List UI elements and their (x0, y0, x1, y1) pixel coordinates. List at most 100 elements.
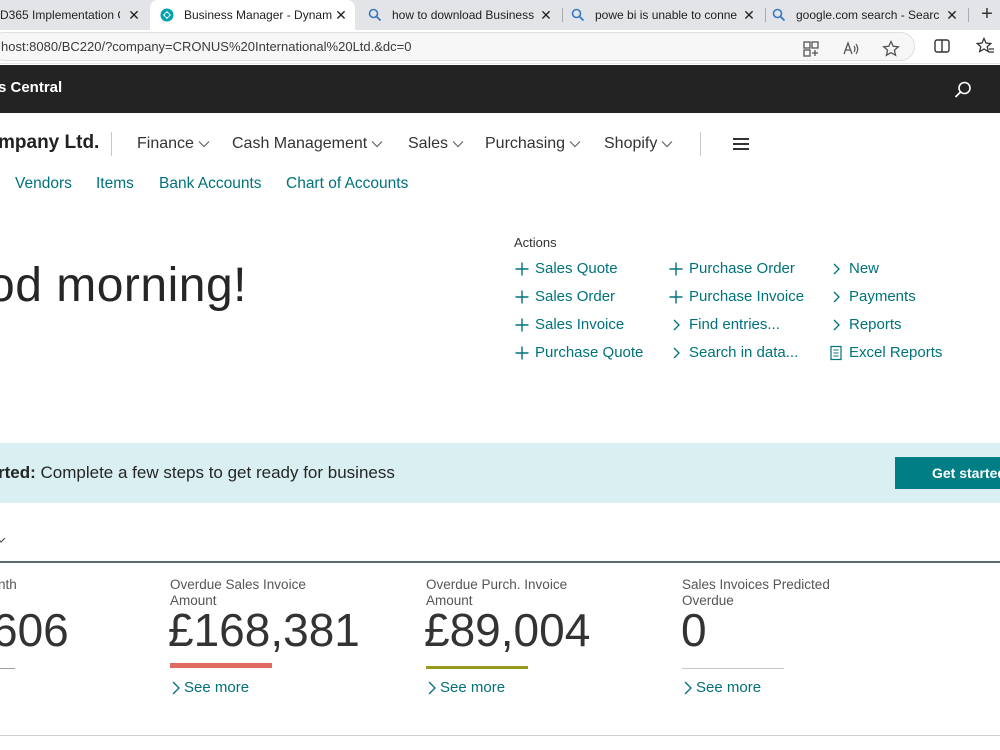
cue-indicator-bar (170, 663, 272, 668)
plus-icon (669, 290, 683, 303)
tab-title: how to download Business (392, 8, 535, 22)
favorite-star-icon[interactable] (881, 39, 901, 59)
action-reports[interactable]: Reports (828, 316, 902, 333)
see-more-link[interactable]: See more (682, 679, 761, 696)
chevron-down-icon (452, 141, 464, 148)
section-divider (0, 735, 1000, 736)
browser-tab[interactable]: powe bi is unable to conne ✕ (563, 0, 763, 30)
action-label: Search in data... (689, 344, 799, 361)
menu-finance[interactable]: Finance (137, 135, 210, 153)
action-label: Sales Order (535, 288, 616, 305)
close-icon[interactable]: ✕ (538, 7, 554, 23)
browser-tab-active[interactable]: Business Manager - Dynam ✕ (150, 0, 355, 30)
menu-sales[interactable]: Sales (408, 135, 464, 153)
see-more-link[interactable]: See more (426, 679, 505, 696)
plus-icon (669, 262, 683, 275)
action-sales-quote[interactable]: Sales Quote (514, 260, 618, 277)
browser-tab-strip: D365 Implementation C ✕ Business Manager… (0, 0, 1000, 30)
app-title: s Central (0, 79, 63, 96)
divider (700, 132, 701, 156)
document-report-icon (830, 345, 842, 360)
action-sales-invoice[interactable]: Sales Invoice (514, 316, 624, 333)
action-new[interactable]: New (828, 260, 879, 277)
cue-value[interactable]: £89,004 (424, 603, 590, 657)
menu-purchasing[interactable]: Purchasing (485, 135, 581, 153)
hamburger-menu-icon[interactable] (733, 138, 749, 150)
read-aloud-icon[interactable] (841, 39, 861, 59)
chevron-down-icon (198, 141, 210, 148)
cue-indicator-bar (426, 666, 528, 669)
action-label: Sales Quote (535, 260, 618, 277)
section-divider (0, 561, 1000, 563)
chevron-down-icon (371, 141, 383, 148)
action-excel-reports[interactable]: Excel Reports (828, 344, 942, 361)
menu-label: Cash Management (232, 135, 368, 152)
see-more-label: See more (696, 679, 762, 696)
chevron-right-icon (172, 681, 180, 694)
cue-label: nth (0, 577, 17, 592)
close-icon[interactable]: ✕ (741, 7, 757, 23)
menu-cash-management[interactable]: Cash Management (232, 135, 383, 153)
quicklink-vendors[interactable]: Vendors (15, 175, 72, 193)
quicklink-bank-accounts[interactable]: Bank Accounts (159, 175, 262, 193)
quicklink-items[interactable]: Items (96, 175, 134, 193)
cue-value[interactable]: 0 (681, 603, 707, 657)
url-text[interactable]: host:8080/BC220/?company=CRONUS%20Intern… (1, 39, 411, 54)
close-icon[interactable]: ✕ (126, 7, 142, 23)
split-screen-icon[interactable] (932, 36, 952, 56)
close-icon[interactable]: ✕ (333, 7, 349, 23)
chevron-right-icon (833, 319, 840, 330)
browser-tab[interactable]: D365 Implementation C ✕ (0, 0, 148, 30)
tab-title: powe bi is unable to conne (595, 8, 738, 22)
chevron-right-icon (673, 347, 680, 358)
see-more-label: See more (184, 679, 250, 696)
action-search-in-data[interactable]: Search in data... (668, 344, 798, 361)
divider (111, 132, 112, 156)
chevron-right-icon (684, 681, 692, 694)
action-find-entries[interactable]: Find entries... (668, 316, 780, 333)
menu-label: Purchasing (485, 135, 566, 152)
menu-label: Shopify (604, 135, 658, 152)
chevron-right-icon (833, 291, 840, 302)
action-purchase-order[interactable]: Purchase Order (668, 260, 795, 277)
dynamics-icon (160, 8, 174, 22)
banner-description: Complete a few steps to get ready for bu… (35, 463, 395, 482)
cue-value[interactable]: £168,381 (168, 603, 360, 657)
chevron-right-icon (673, 319, 680, 330)
menu-shopify[interactable]: Shopify (604, 135, 673, 153)
close-icon[interactable]: ✕ (944, 7, 960, 23)
action-label: Excel Reports (849, 344, 943, 361)
address-bar[interactable]: host:8080/BC220/?company=CRONUS%20Intern… (0, 32, 915, 61)
action-label: Reports (849, 316, 902, 333)
action-payments[interactable]: Payments (828, 288, 916, 305)
tab-title: google.com search - Searc (796, 8, 940, 22)
chevron-down-icon (569, 141, 581, 148)
banner-title: rted: (0, 463, 36, 482)
new-tab-button[interactable]: + (975, 2, 999, 26)
plus-icon (515, 262, 529, 275)
cue-label: Sales Invoices Predicted Overdue (682, 577, 830, 608)
company-name[interactable]: mpany Ltd. (0, 132, 99, 154)
browser-tab[interactable]: how to download Business ✕ (360, 0, 560, 30)
action-purchase-invoice[interactable]: Purchase Invoice (668, 288, 804, 305)
action-sales-order[interactable]: Sales Order (514, 288, 615, 305)
actions-heading: Actions (514, 235, 557, 250)
chevron-down-icon[interactable] (0, 535, 6, 545)
chevron-down-icon (661, 141, 673, 148)
action-purchase-quote[interactable]: Purchase Quote (514, 344, 643, 361)
greeting-headline: od morning! (0, 259, 247, 312)
chevron-right-icon (833, 263, 840, 274)
action-label: Purchase Invoice (689, 288, 805, 305)
action-label: Purchase Order (689, 260, 795, 277)
search-icon[interactable] (953, 80, 973, 100)
action-label: Sales Invoice (535, 316, 625, 333)
get-started-button[interactable]: Get started (895, 457, 1000, 489)
favorites-icon[interactable] (975, 36, 995, 56)
app-available-icon[interactable] (801, 39, 821, 59)
cue-value[interactable]: 606 (0, 603, 69, 657)
tab-title: D365 Implementation C (0, 8, 120, 22)
see-more-link[interactable]: See more (170, 679, 249, 696)
plus-icon (515, 318, 529, 331)
browser-tab[interactable]: google.com search - Searc ✕ (766, 0, 966, 30)
quicklink-chart-of-accounts[interactable]: Chart of Accounts (286, 175, 408, 193)
